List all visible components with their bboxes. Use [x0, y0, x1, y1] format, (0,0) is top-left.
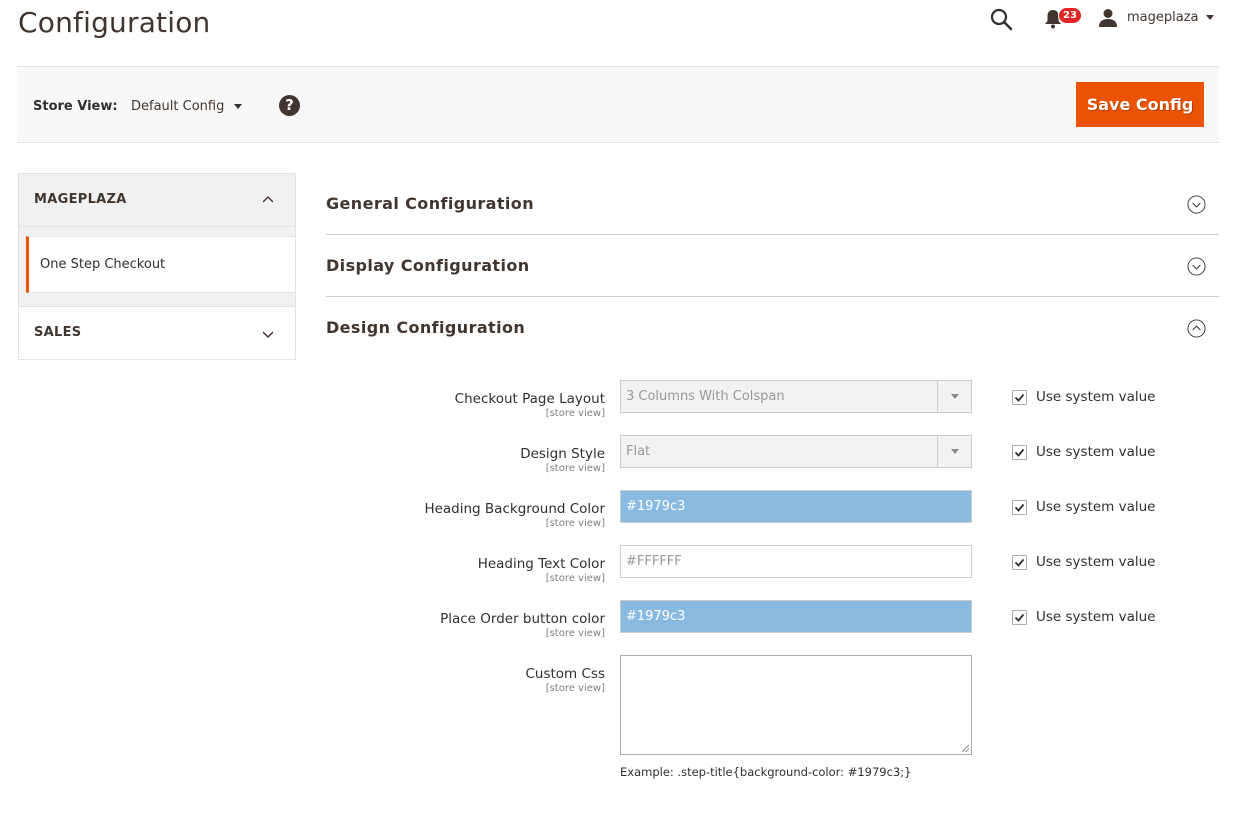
collapse-circle-icon	[1187, 319, 1206, 338]
checkbox[interactable]	[1012, 389, 1027, 405]
heading-background-color-input[interactable]: #1979c3	[620, 490, 972, 523]
sidebar-item-one-step-checkout[interactable]: One Step Checkout	[26, 236, 295, 293]
save-config-button[interactable]: Save Config	[1076, 82, 1204, 127]
field-row-design-style: Design Style [store view] Flat Use syste…	[326, 435, 1219, 490]
design-style-select[interactable]: Flat	[620, 435, 972, 468]
section-title: General Configuration	[326, 194, 534, 213]
use-system-value-checkbox[interactable]: Use system value	[1012, 609, 1155, 625]
store-view-switcher[interactable]: Default Config	[131, 99, 243, 114]
field-label-text: Checkout Page Layout	[454, 391, 605, 407]
custom-css-hint: Example: .step-title{background-color: #…	[620, 765, 912, 779]
checkmark-icon	[1014, 503, 1025, 512]
user-icon	[1099, 9, 1117, 27]
field-row-checkout-page-layout: Checkout Page Layout [store view] 3 Colu…	[326, 380, 1219, 435]
field-label-text: Place Order button color	[440, 611, 605, 627]
checkmark-icon	[1014, 393, 1025, 402]
field-scope: [store view]	[545, 628, 605, 639]
checkbox[interactable]	[1012, 609, 1027, 625]
field-label: Heading Text Color [store view]	[478, 553, 605, 584]
expand-circle-icon	[1187, 195, 1206, 214]
custom-css-textarea[interactable]	[620, 655, 972, 755]
notifications-button[interactable]: 23	[1044, 7, 1084, 31]
checkbox[interactable]	[1012, 499, 1027, 515]
field-row-heading-background-color: Heading Background Color [store view] #1…	[326, 490, 1219, 545]
resize-handle-icon[interactable]	[962, 745, 969, 752]
section-design-configuration[interactable]: Design Configuration	[326, 297, 1219, 359]
field-row-heading-text-color: Heading Text Color [store view] #FFFFFF …	[326, 545, 1219, 600]
config-sidebar: MAGEPLAZA One Step Checkout SALES	[18, 173, 296, 360]
select-value: 3 Columns With Colspan	[626, 389, 785, 404]
section-title: Design Configuration	[326, 318, 526, 337]
field-scope: [store view]	[545, 518, 605, 529]
checkbox-label: Use system value	[1036, 389, 1156, 405]
username: mageplaza	[1127, 10, 1199, 25]
store-view-value: Default Config	[131, 99, 225, 114]
select-arrow	[937, 436, 971, 467]
chevron-down-icon	[951, 449, 959, 454]
heading-text-color-input[interactable]: #FFFFFF	[620, 545, 972, 578]
use-system-value-checkbox[interactable]: Use system value	[1012, 444, 1155, 460]
field-label-text: Design Style	[520, 446, 605, 462]
checkout-page-layout-select[interactable]: 3 Columns With Colspan	[620, 380, 972, 413]
checkbox-label: Use system value	[1036, 554, 1156, 570]
use-system-value-checkbox[interactable]: Use system value	[1012, 499, 1155, 515]
sidebar-group-sales[interactable]: SALES	[18, 306, 296, 360]
checkmark-icon	[1014, 558, 1025, 567]
sidebar-group-mageplaza[interactable]: MAGEPLAZA	[18, 173, 296, 227]
checkmark-icon	[1014, 613, 1025, 622]
search-icon[interactable]	[989, 7, 1013, 31]
use-system-value-checkbox[interactable]: Use system value	[1012, 554, 1155, 570]
section-general-configuration[interactable]: General Configuration	[326, 173, 1219, 235]
use-system-value-checkbox[interactable]: Use system value	[1012, 389, 1155, 405]
sidebar-group-items: One Step Checkout	[18, 227, 296, 306]
user-account-menu[interactable]: mageplaza	[1098, 8, 1214, 27]
config-sections: General Configuration Display Configurat…	[326, 173, 1219, 359]
checkbox[interactable]	[1012, 554, 1027, 570]
field-label: Custom Css [store view]	[525, 663, 605, 694]
field-label: Design Style [store view]	[520, 443, 605, 474]
help-icon[interactable]: ?	[279, 95, 300, 116]
field-label-text: Custom Css	[525, 666, 605, 682]
field-label: Checkout Page Layout [store view]	[455, 388, 605, 419]
checkbox-label: Use system value	[1036, 609, 1156, 625]
design-configuration-form: Checkout Page Layout [store view] 3 Colu…	[326, 380, 1219, 795]
checkbox-label: Use system value	[1036, 499, 1156, 515]
select-value: Flat	[626, 444, 651, 459]
section-title: Display Configuration	[326, 256, 530, 275]
checkbox[interactable]	[1012, 444, 1027, 460]
field-scope: [store view]	[545, 683, 605, 694]
field-label-text: Heading Text Color	[477, 556, 605, 572]
chevron-down-icon	[1205, 15, 1214, 20]
chevron-down-icon	[234, 104, 243, 109]
field-row-place-order-button-color: Place Order button color [store view] #1…	[326, 600, 1219, 655]
field-scope: [store view]	[545, 463, 605, 474]
notification-count-badge: 23	[1058, 7, 1082, 24]
sidebar-group-label: MAGEPLAZA	[34, 192, 127, 207]
store-view-bar: Store View: Default Config ? Save Config	[17, 66, 1219, 143]
field-label: Place Order button color [store view]	[440, 608, 605, 639]
checkmark-icon	[1014, 448, 1025, 457]
chevron-down-icon	[951, 394, 959, 399]
expand-circle-icon	[1187, 257, 1206, 276]
checkbox-label: Use system value	[1036, 444, 1156, 460]
field-row-custom-css: Custom Css [store view] Example: .step-t…	[326, 655, 1219, 795]
chevron-down-icon	[263, 331, 273, 338]
place-order-button-color-input[interactable]: #1979c3	[620, 600, 972, 633]
field-label: Heading Background Color [store view]	[424, 498, 605, 529]
field-scope: [store view]	[545, 408, 605, 419]
section-display-configuration[interactable]: Display Configuration	[326, 235, 1219, 297]
page-title: Configuration	[18, 6, 211, 39]
sidebar-group-label: SALES	[34, 325, 82, 340]
store-view-label: Store View:	[33, 99, 118, 114]
select-arrow	[937, 381, 971, 412]
sidebar-item-label: One Step Checkout	[40, 257, 166, 272]
chevron-up-icon	[263, 196, 273, 203]
field-label-text: Heading Background Color	[424, 501, 605, 517]
field-scope: [store view]	[545, 573, 605, 584]
